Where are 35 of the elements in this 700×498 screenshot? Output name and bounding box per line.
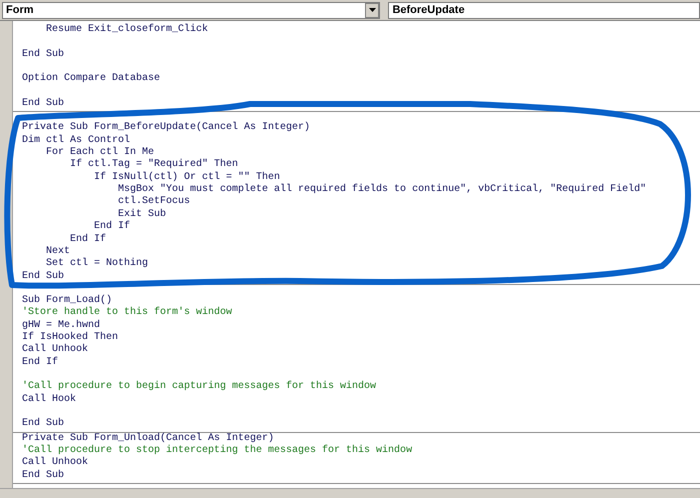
horizontal-scrollbar[interactable] <box>0 488 700 498</box>
code-line: ctl.SetFocus <box>117 196 192 208</box>
code-line: Private Sub Form_Unload(Cancel As Integer) <box>22 432 276 444</box>
code-line: End Sub <box>22 270 66 283</box>
code-line: If IsNull(ctl) Or ctl = "" Then <box>93 172 282 184</box>
code-line: Call Unhook <box>22 344 90 356</box>
code-line: Exit Sub <box>117 208 168 220</box>
code-line: Sub Form_Load() <box>22 294 114 306</box>
code-line: End Sub <box>22 48 66 62</box>
code-line: End If <box>69 234 108 246</box>
code-line: End If <box>22 356 60 369</box>
code-comment: 'Store handle to this form's window <box>22 307 234 320</box>
code-line: Next <box>45 246 70 258</box>
code-line: Option Compare Database <box>22 73 162 86</box>
dropdown-button[interactable] <box>365 2 380 18</box>
code-line: For Each ctl In Me <box>45 147 156 158</box>
code-line: If ctl.Tag = "Required" Then <box>69 159 240 172</box>
code-line: Call Hook <box>22 394 78 406</box>
code-comment: 'Call procedure to stop intercepting the messages for this window <box>22 445 414 456</box>
code-line: End Sub <box>22 418 66 431</box>
code-line: If IsHooked Then <box>22 332 120 344</box>
code-line: Call Unhook <box>22 457 90 470</box>
procedure-dropdown[interactable]: BeforeUpdate <box>388 2 700 18</box>
code-line: End Sub <box>22 98 66 110</box>
code-line: Dim ctl As Control <box>22 134 132 146</box>
code-line: Private Sub Form_BeforeUpdate(Cancel As Integer) <box>22 122 312 134</box>
caret-icon <box>368 8 376 12</box>
object-dropdown[interactable]: Form <box>2 2 380 18</box>
code-line: Resume Exit_closeform_Click <box>45 24 210 36</box>
code-line: gHW = Me.hwnd <box>22 320 102 332</box>
code-line: MsgBox "You must complete all required fields to continue", vbCritical, "Required Field" <box>117 184 648 196</box>
code-line: End If <box>93 221 132 234</box>
code-line: End Sub <box>22 470 66 482</box>
code-comment: 'Call procedure to begin capturing messages for this window <box>22 381 378 394</box>
code-line: Set ctl = Nothing <box>45 258 150 270</box>
